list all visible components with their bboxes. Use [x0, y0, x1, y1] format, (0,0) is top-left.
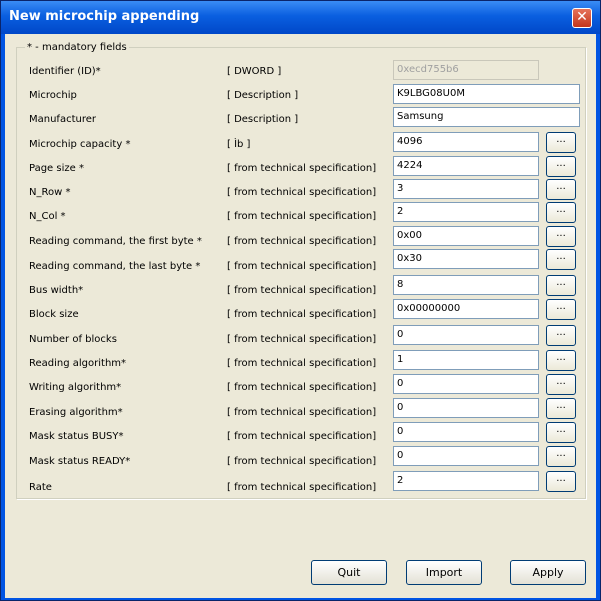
field-label-identifier: Identifier (ID)*	[29, 66, 101, 77]
mask-status-busy-browse-button[interactable]: ...	[546, 422, 576, 443]
apply-button[interactable]: Apply	[510, 560, 586, 585]
page-size-field[interactable]: 4224	[393, 156, 539, 176]
title-bar[interactable]: New microchip appending ✕	[1, 1, 600, 34]
field-label-writing-algorithm: Writing algorithm*	[29, 382, 122, 393]
field-label-rate: Rate	[29, 482, 52, 493]
n-row-field[interactable]: 3	[393, 179, 539, 199]
bus-width-field[interactable]: 8	[393, 275, 539, 295]
field-label-number-of-blocks: Number of blocks	[29, 334, 117, 345]
quit-button[interactable]: Quit	[311, 560, 387, 585]
page-size-browse-button[interactable]: ...	[546, 156, 576, 177]
rate-field[interactable]: 2	[393, 471, 539, 491]
writing-algorithm-browse-button[interactable]: ...	[546, 374, 576, 395]
field-hint-n-col: [ from technical specification]	[227, 211, 377, 222]
reading-algorithm-field[interactable]: 1	[393, 350, 539, 370]
field-hint-microchip: [ Description ]	[227, 90, 299, 101]
field-hint-mask-status-busy: [ from technical specification]	[227, 431, 377, 442]
mask-status-ready-field[interactable]: 0	[393, 446, 539, 466]
n-col-browse-button[interactable]: ...	[546, 202, 576, 223]
field-hint-manufacturer: [ Description ]	[227, 114, 299, 125]
n-row-browse-button[interactable]: ...	[546, 179, 576, 200]
manufacturer-field[interactable]: Samsung	[393, 107, 580, 127]
microchip-field[interactable]: K9LBG08U0M	[393, 84, 580, 104]
number-of-blocks-browse-button[interactable]: ...	[546, 325, 576, 346]
read-cmd-first-field[interactable]: 0x00	[393, 226, 539, 246]
read-cmd-last-browse-button[interactable]: ...	[546, 249, 576, 270]
block-size-field[interactable]: 0x00000000	[393, 299, 539, 319]
field-label-mask-status-busy: Mask status BUSY*	[29, 431, 124, 442]
field-label-microchip: Microchip	[29, 90, 77, 101]
field-hint-erasing-algorithm: [ from technical specification]	[227, 407, 377, 418]
field-label-mask-status-ready: Mask status READY*	[29, 456, 131, 467]
erasing-algorithm-browse-button[interactable]: ...	[546, 398, 576, 419]
field-hint-number-of-blocks: [ from technical specification]	[227, 334, 377, 345]
bus-width-browse-button[interactable]: ...	[546, 275, 576, 296]
field-label-reading-algorithm: Reading algorithm*	[29, 358, 127, 369]
field-hint-page-size: [ from technical specification]	[227, 163, 377, 174]
field-label-read-cmd-first: Reading command, the first byte *	[29, 236, 202, 247]
microchip-capacity-browse-button[interactable]: ...	[546, 132, 576, 153]
field-label-block-size: Block size	[29, 309, 79, 320]
field-hint-read-cmd-first: [ from technical specification]	[227, 236, 377, 247]
field-label-read-cmd-last: Reading command, the last byte *	[29, 261, 201, 272]
field-label-microchip-capacity: Microchip capacity *	[29, 139, 131, 150]
dialog-body: * - mandatory fields Identifier (ID)* [ …	[5, 34, 596, 598]
read-cmd-last-field[interactable]: 0x30	[393, 249, 539, 269]
window-title: New microchip appending	[9, 9, 200, 24]
identifier-field[interactable]: 0xecd755b6	[393, 60, 539, 80]
close-button[interactable]: ✕	[572, 8, 592, 28]
field-label-n-col: N_Col *	[29, 211, 66, 222]
block-size-browse-button[interactable]: ...	[546, 299, 576, 320]
field-label-erasing-algorithm: Erasing algorithm*	[29, 407, 123, 418]
field-label-bus-width: Bus width*	[29, 285, 84, 296]
n-col-field[interactable]: 2	[393, 202, 539, 222]
field-hint-bus-width: [ from technical specification]	[227, 285, 377, 296]
field-label-n-row: N_Row *	[29, 187, 71, 198]
field-hint-n-row: [ from technical specification]	[227, 187, 377, 198]
field-label-page-size: Page size *	[29, 163, 84, 174]
field-hint-microchip-capacity: [ Ìb ]	[227, 139, 251, 150]
rate-browse-button[interactable]: ...	[546, 471, 576, 492]
field-hint-reading-algorithm: [ from technical specification]	[227, 358, 377, 369]
field-hint-rate: [ from technical specification]	[227, 482, 377, 493]
writing-algorithm-field[interactable]: 0	[393, 374, 539, 394]
mask-status-ready-browse-button[interactable]: ...	[546, 446, 576, 467]
field-hint-writing-algorithm: [ from technical specification]	[227, 382, 377, 393]
dialog-window: New microchip appending ✕ * - mandatory …	[0, 0, 601, 601]
field-hint-mask-status-ready: [ from technical specification]	[227, 456, 377, 467]
field-hint-block-size: [ from technical specification]	[227, 309, 377, 320]
number-of-blocks-field[interactable]: 0	[393, 325, 539, 345]
import-button[interactable]: Import	[406, 560, 482, 585]
read-cmd-first-browse-button[interactable]: ...	[546, 226, 576, 247]
microchip-capacity-field[interactable]: 4096	[393, 132, 539, 152]
field-hint-identifier: [ DWORD ]	[227, 66, 282, 77]
erasing-algorithm-field[interactable]: 0	[393, 398, 539, 418]
field-hint-read-cmd-last: [ from technical specification]	[227, 261, 377, 272]
field-label-manufacturer: Manufacturer	[29, 114, 96, 125]
reading-algorithm-browse-button[interactable]: ...	[546, 350, 576, 371]
mask-status-busy-field[interactable]: 0	[393, 422, 539, 442]
mandatory-fields-legend: * - mandatory fields	[25, 42, 129, 53]
